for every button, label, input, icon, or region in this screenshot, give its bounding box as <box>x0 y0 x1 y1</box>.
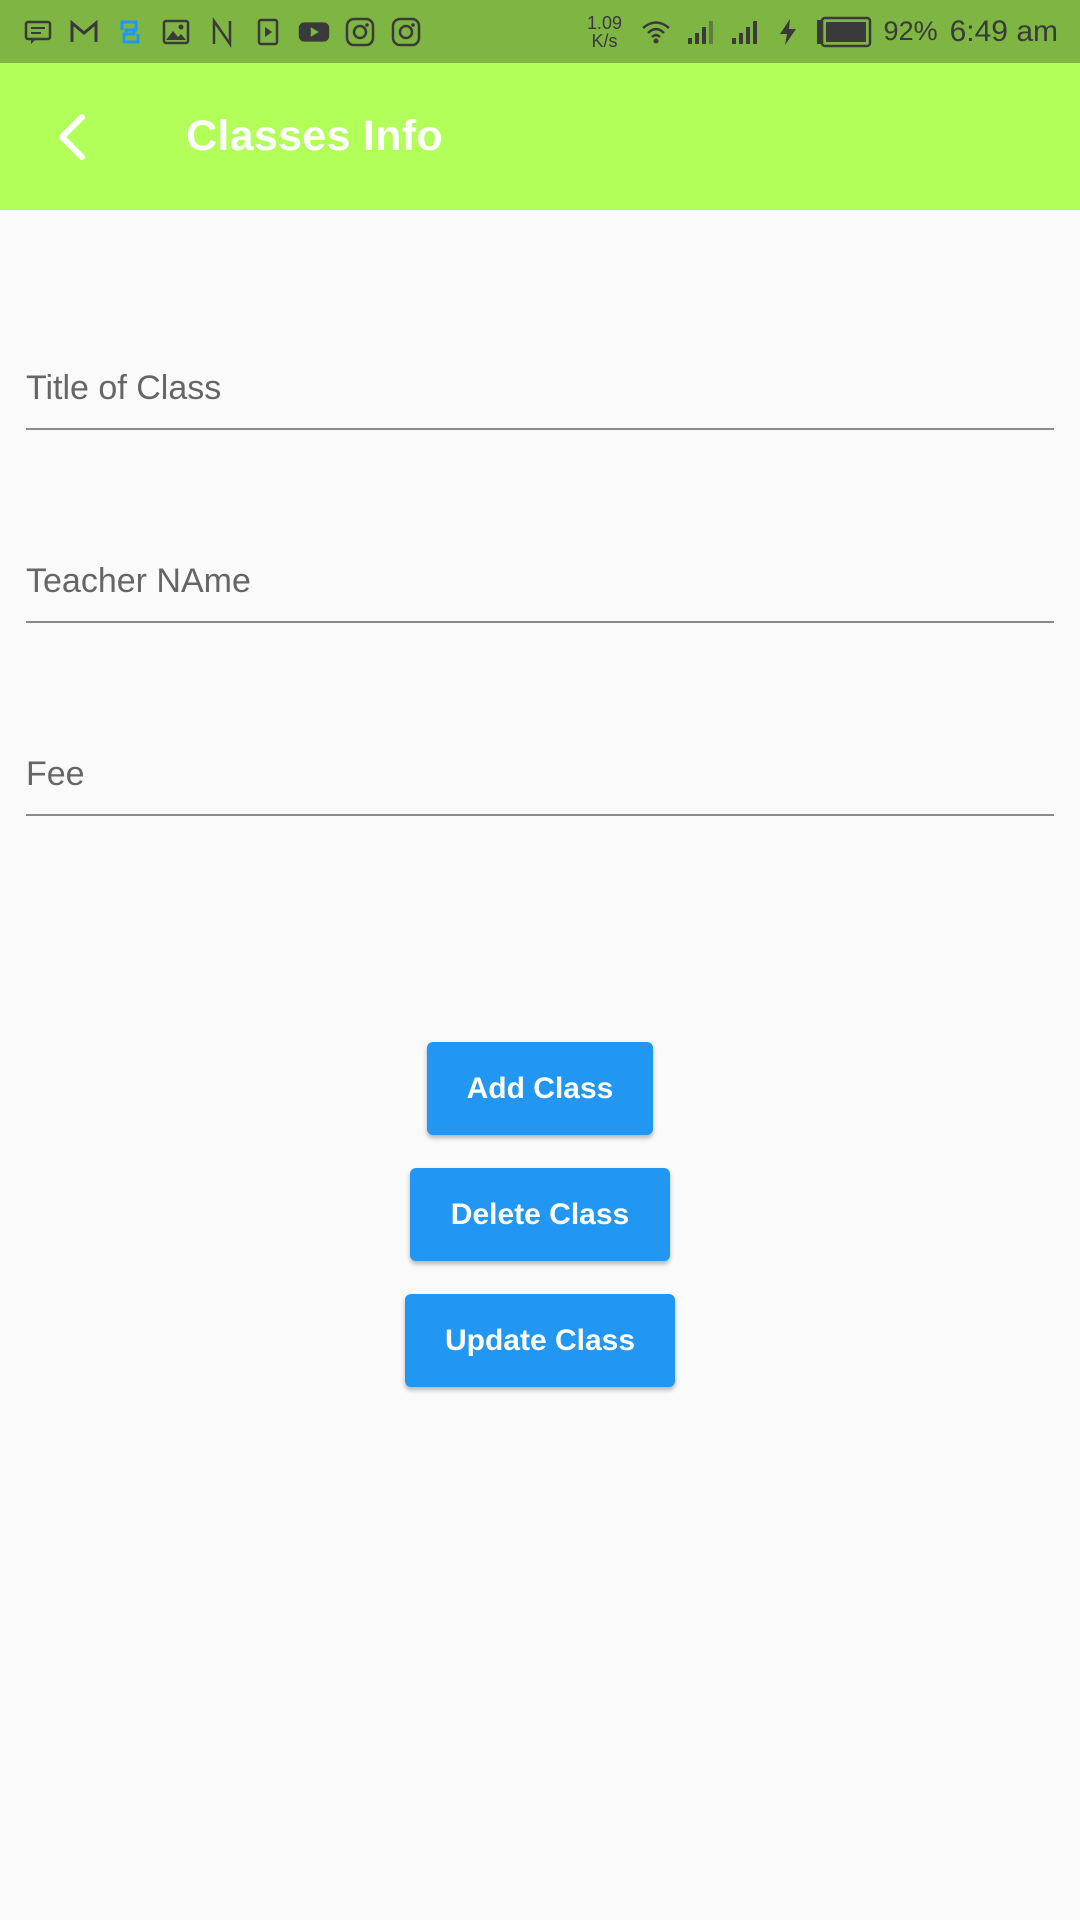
network-speed: 1.09 K/s <box>582 14 628 50</box>
instagram-icon <box>344 16 376 48</box>
signal-icon <box>728 16 760 48</box>
title-of-class-field <box>26 358 1054 430</box>
add-class-button[interactable]: Add Class <box>427 1042 653 1135</box>
battery-icon <box>816 16 872 48</box>
title-of-class-input[interactable] <box>26 358 1054 418</box>
system-indicators: 1.09 K/s 92% 6:49 am <box>582 14 1058 50</box>
back-button[interactable] <box>38 101 110 173</box>
wifi-icon <box>640 16 672 48</box>
battery-percent: 92% <box>883 16 938 46</box>
youtube-icon <box>298 16 330 48</box>
n-icon <box>206 16 238 48</box>
media-play-icon <box>252 16 284 48</box>
fee-field <box>26 744 1054 816</box>
notification-icons <box>22 16 422 48</box>
signal-icon <box>684 16 716 48</box>
message-icon <box>22 16 54 48</box>
delete-class-button[interactable]: Delete Class <box>410 1168 670 1261</box>
sync-icon <box>114 16 146 48</box>
gmail-icon <box>68 16 100 48</box>
status-time: 6:49 am <box>949 14 1058 48</box>
page-title: Classes Info <box>186 112 443 160</box>
app-bar: Classes Info <box>0 63 1080 210</box>
teacher-name-input[interactable] <box>26 551 1054 611</box>
instagram-icon <box>390 16 422 48</box>
fee-input[interactable] <box>26 744 1054 804</box>
chevron-left-icon <box>59 113 85 160</box>
teacher-name-field <box>26 551 1054 623</box>
network-speed-unit: K/s <box>591 30 618 51</box>
network-speed-value: 1.09 <box>587 12 623 33</box>
update-class-button[interactable]: Update Class <box>405 1294 675 1387</box>
gallery-icon <box>160 16 192 48</box>
charging-icon <box>772 16 804 48</box>
status-bar: 1.09 K/s 92% 6:49 am <box>0 0 1080 63</box>
